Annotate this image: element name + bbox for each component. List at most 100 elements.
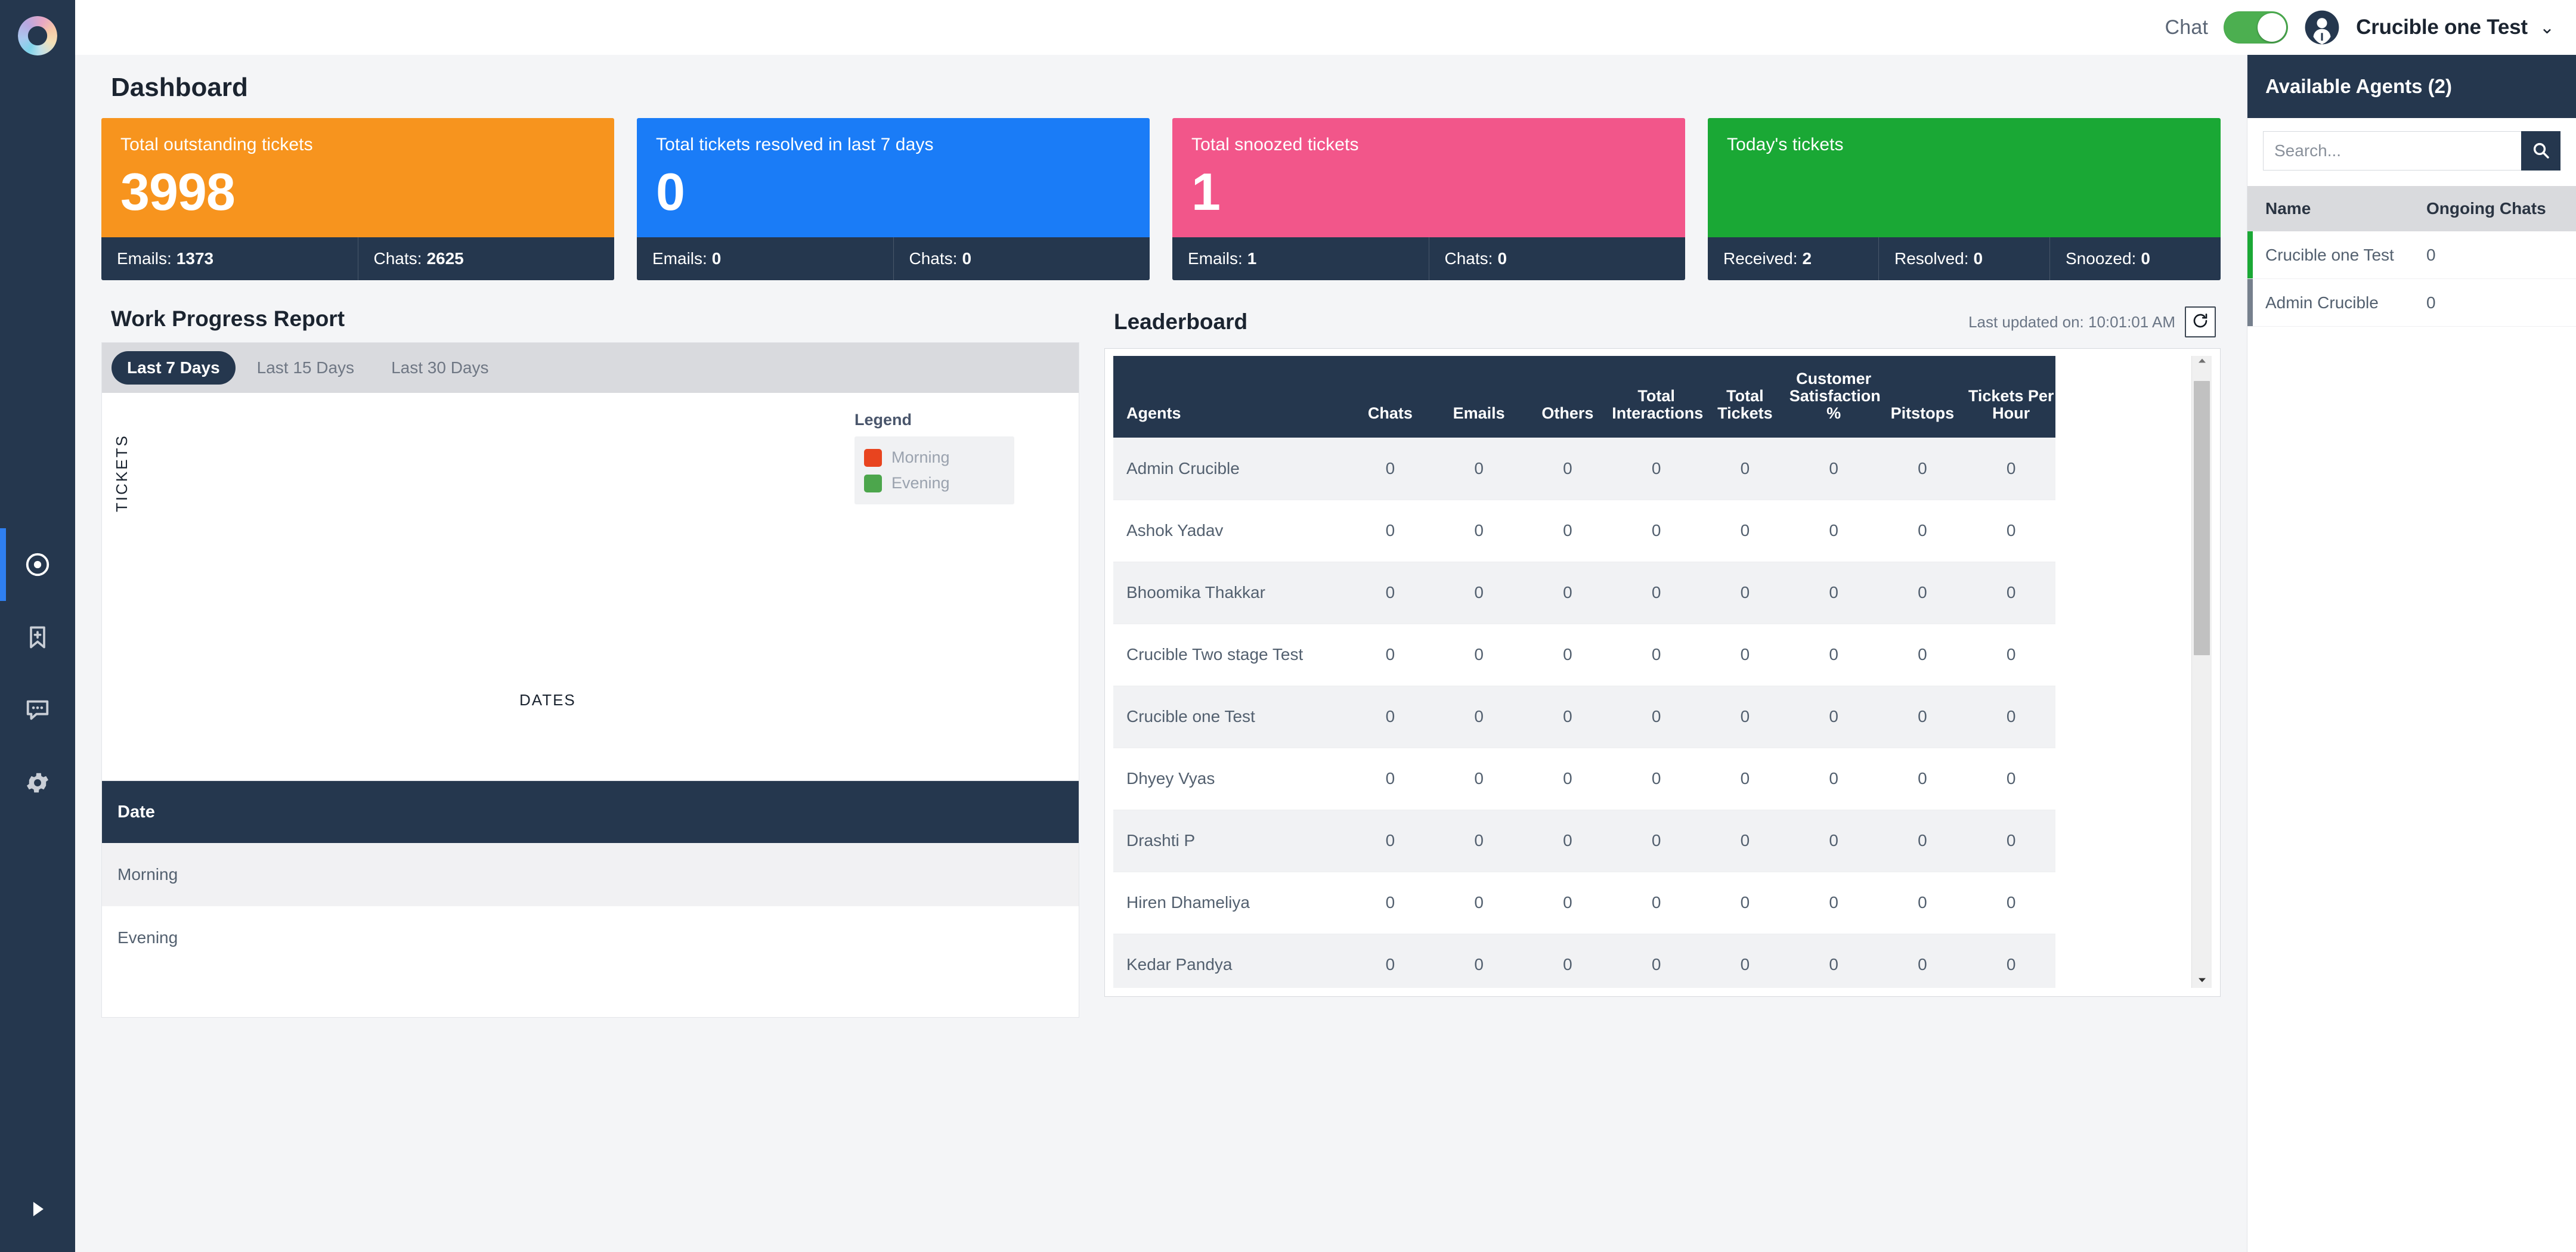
leaderboard-cell: 0 (1701, 500, 1789, 562)
leaderboard-cell: 0 (1701, 748, 1789, 810)
app-logo[interactable] (10, 8, 65, 63)
leaderboard-cell: 0 (1612, 500, 1701, 562)
gear-icon (24, 769, 51, 797)
search-button[interactable] (2521, 131, 2560, 171)
stat-card-body: Total outstanding tickets 3998 (101, 118, 614, 237)
leaderboard-cell: 0 (1967, 872, 2055, 934)
stat-card-footer-item: Emails: 1 (1172, 237, 1429, 280)
leaderboard-column-header: Total Tickets (1701, 356, 1789, 438)
leaderboard-cell: 0 (1878, 810, 1967, 872)
leaderboard-cell: 0 (1612, 810, 1701, 872)
leaderboard-cell: 0 (1967, 438, 2055, 500)
chat-bubble-icon (24, 696, 51, 724)
leaderboard-cell: 0 (1967, 686, 2055, 748)
tab-last-7-days[interactable]: Last 7 Days (112, 351, 236, 385)
stat-card-footer-item: Emails: 0 (637, 237, 893, 280)
stat-footer-label: Chats: (373, 249, 422, 268)
scroll-down-arrow-icon[interactable] (2196, 975, 2209, 988)
chart-legend: Legend Morning Evening (854, 411, 1014, 504)
available-agents-title: Available Agents (2) (2265, 75, 2452, 97)
stat-card-body: Total tickets resolved in last 7 days 0 (637, 118, 1150, 237)
leaderboard-cell: 0 (1346, 934, 1435, 988)
refresh-button[interactable] (2185, 306, 2216, 337)
stat-card-value: 3998 (120, 162, 236, 221)
sidebar-item-settings[interactable] (0, 746, 75, 819)
leaderboard-scrollbar[interactable] (2191, 356, 2212, 988)
leaderboard-column-header: Agents (1113, 356, 1346, 438)
stat-footer-value: 1 (1247, 249, 1257, 268)
leaderboard-cell: 0 (1346, 438, 1435, 500)
table-row[interactable]: Crucible one Test 0 0 0 0 0 0 0 0 (1113, 686, 2055, 748)
leaderboard-cell: 0 (1789, 810, 1878, 872)
stat-footer-label: Snoozed: (2066, 249, 2137, 268)
stat-footer-value: 0 (711, 249, 722, 268)
leaderboard-cell: 0 (1789, 934, 1878, 988)
work-progress-header: Work Progress Report (101, 306, 1079, 342)
leaderboard-cell: 0 (1346, 810, 1435, 872)
table-row[interactable]: Crucible Two stage Test 0 0 0 0 0 0 0 0 (1113, 624, 2055, 686)
user-name-label[interactable]: Crucible one Test (2356, 16, 2528, 39)
agents-name-column-header: Name (2265, 199, 2311, 218)
scroll-up-arrow-icon[interactable] (2196, 356, 2209, 368)
chat-availability-toggle[interactable] (2224, 11, 2289, 44)
stat-card-title: Total outstanding tickets (120, 135, 313, 154)
leaderboard-cell: 0 (1523, 562, 1612, 624)
stat-footer-value: 2 (1802, 249, 1812, 268)
table-row[interactable]: Dhyey Vyas 0 0 0 0 0 0 0 0 (1113, 748, 2055, 810)
table-row[interactable]: Ashok Yadav 0 0 0 0 0 0 0 0 (1113, 500, 2055, 562)
sidebar-item-dashboard[interactable] (0, 528, 75, 601)
tab-last-30-days[interactable]: Last 30 Days (376, 351, 504, 385)
expand-sidebar-button[interactable] (0, 1192, 75, 1228)
table-row[interactable]: Bhoomika Thakkar 0 0 0 0 0 0 0 0 (1113, 562, 2055, 624)
leaderboard-cell: 0 (1523, 438, 1612, 500)
legend-item[interactable]: Evening (864, 470, 1005, 496)
stat-card-footer-item: Chats: 0 (893, 237, 1150, 280)
list-item[interactable]: Crucible one Test 0 (2247, 231, 2576, 279)
leaderboard-cell: 0 (1967, 500, 2055, 562)
leaderboard-agent-name: Crucible one Test (1113, 686, 1346, 748)
leaderboard-column-header: Pitstops (1878, 356, 1967, 438)
leaderboard-cell: 0 (1434, 500, 1524, 562)
leaderboard-cell: 0 (1523, 810, 1612, 872)
leaderboard-column-header: Total Interactions (1612, 356, 1703, 438)
leaderboard-cell: 0 (1434, 748, 1524, 810)
search-input[interactable] (2263, 131, 2521, 171)
legend-swatch-icon (864, 448, 882, 467)
chart-legend-items: Morning Evening (854, 436, 1014, 504)
agents-table-body: Crucible one Test 0 Admin Crucible 0 (2247, 231, 2576, 327)
chevron-down-icon[interactable]: ⌄ (2540, 17, 2555, 38)
sidebar-item-chats[interactable] (0, 674, 75, 746)
leaderboard-inner: Agents Chats Emails Others Total Interactions… (1105, 349, 2220, 996)
stat-footer-label: Emails: (117, 249, 172, 268)
sidebar-item-saved[interactable] (0, 601, 75, 674)
stat-footer-label: Chats: (1444, 249, 1493, 268)
leaderboard-agent-name: Bhoomika Thakkar (1113, 562, 1346, 624)
scrollbar-thumb[interactable] (2194, 381, 2210, 655)
table-row[interactable]: Kedar Pandya 0 0 0 0 0 0 0 0 (1113, 934, 2055, 988)
tab-last-15-days[interactable]: Last 15 Days (242, 351, 370, 385)
stat-card-title: Total snoozed tickets (1191, 135, 1359, 154)
stat-footer-value: 0 (1497, 249, 1507, 268)
table-row[interactable]: Hiren Dhameliya 0 0 0 0 0 0 0 0 (1113, 872, 2055, 934)
leaderboard-cell: 0 (1701, 872, 1789, 934)
leaderboard-title: Leaderboard (1114, 309, 1248, 334)
list-item[interactable]: Admin Crucible 0 (2247, 279, 2576, 327)
leaderboard-cell: 0 (1967, 810, 2055, 872)
leaderboard-header-row: Agents Chats Emails Others Total Interactions… (1113, 356, 2055, 438)
agent-search-row (2247, 118, 2576, 186)
table-row[interactable]: Drashti P00000000 (1113, 810, 2055, 872)
leaderboard-cell: 0 (1701, 810, 1789, 872)
leaderboard-cell: 0 (1878, 624, 1967, 686)
leaderboard-scroll-area[interactable]: Agents Chats Emails Others Total Interactions… (1113, 356, 2212, 988)
leaderboard-cell: 0 (1523, 934, 1612, 988)
table-row[interactable]: Admin Crucible 0 0 0 0 0 0 0 0 (1113, 438, 2055, 500)
user-avatar-icon[interactable] (2303, 9, 2340, 46)
leaderboard-cell: 0 (1523, 500, 1612, 562)
agent-name: Admin Crucible (2265, 293, 2379, 312)
agent-ongoing-chats: 0 (2426, 245, 2436, 264)
chart-y-axis-label: TICKETS (113, 434, 131, 512)
leaderboard-cell: 0 (1612, 934, 1701, 988)
stat-card-footer: Emails: 1373 Chats: 2625 (101, 237, 614, 280)
work-progress-tabs: Last 7 Days Last 15 Days Last 30 Days (102, 343, 1079, 393)
legend-item[interactable]: Morning (864, 445, 1005, 470)
